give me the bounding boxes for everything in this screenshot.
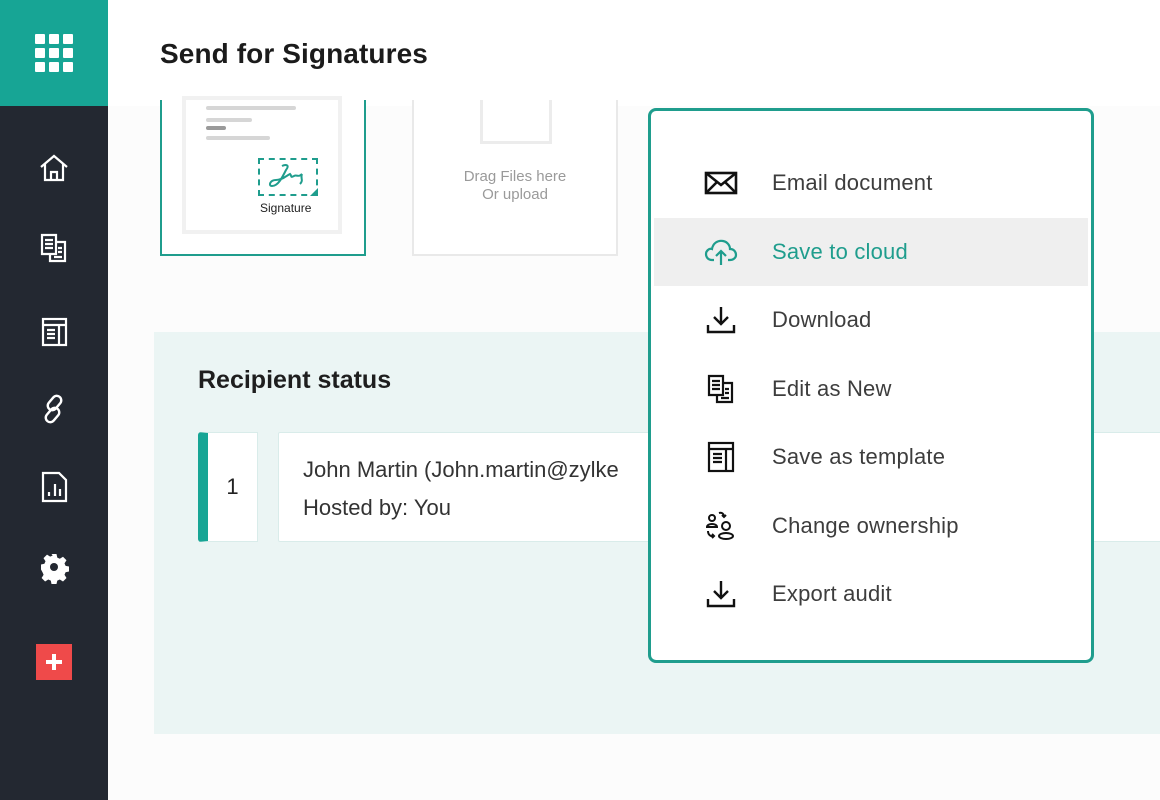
report-icon xyxy=(41,471,68,503)
menu-item-label: Export audit xyxy=(772,581,892,607)
menu-item-label: Download xyxy=(772,307,872,333)
home-icon xyxy=(40,154,68,182)
menu-item-email-document[interactable]: Email document xyxy=(651,149,1091,218)
cloud-upload-icon xyxy=(704,239,738,265)
sidebar-item-home[interactable] xyxy=(0,143,108,193)
sidebar-item-reports[interactable] xyxy=(0,462,108,512)
envelope-icon xyxy=(704,171,738,195)
recipient-order: 1 xyxy=(198,432,258,542)
add-button[interactable] xyxy=(36,644,72,680)
documents-icon xyxy=(40,233,67,263)
more-actions-menu: Email document Save to cloud Download Ed… xyxy=(648,108,1094,663)
export-icon xyxy=(706,581,736,608)
page-title: Send for Signatures xyxy=(160,38,428,69)
sidebar-item-documents[interactable] xyxy=(0,223,108,273)
menu-item-edit-as-new[interactable]: Edit as New xyxy=(651,355,1091,424)
change-owner-icon xyxy=(705,511,734,540)
upload-link[interactable]: Or upload xyxy=(414,186,616,204)
sidebar-item-links[interactable] xyxy=(0,384,108,434)
signature-field xyxy=(258,158,318,196)
menu-item-label: Email document xyxy=(772,170,933,196)
menu-item-download[interactable]: Download xyxy=(651,286,1091,355)
template-icon xyxy=(41,317,68,347)
signature-scribble-icon xyxy=(268,164,303,188)
signature-label: Signature xyxy=(260,201,312,215)
recipient-status-title: Recipient status xyxy=(198,366,392,394)
sidebar-item-settings[interactable] xyxy=(0,542,108,592)
gear-icon xyxy=(41,554,69,584)
documents-icon xyxy=(707,374,734,403)
menu-item-label: Change ownership xyxy=(772,512,959,538)
apps-menu-button[interactable] xyxy=(0,0,108,106)
menu-item-save-to-cloud[interactable]: Save to cloud xyxy=(654,217,1088,286)
download-icon xyxy=(706,307,736,334)
recipient-hosted-by: Hosted by: You xyxy=(303,495,452,520)
sidebar xyxy=(0,0,108,800)
menu-item-label: Save as template xyxy=(772,444,946,470)
upload-dropzone[interactable]: Drag Files here Or upload xyxy=(412,100,618,256)
link-icon xyxy=(44,394,63,424)
plus-icon xyxy=(46,654,62,670)
document-preview: Signature xyxy=(186,100,338,230)
document-card[interactable]: Signature xyxy=(160,100,366,256)
apps-grid-icon xyxy=(35,34,73,72)
menu-item-label: Edit as New xyxy=(772,375,892,401)
menu-item-export-audit[interactable]: Export audit xyxy=(651,560,1091,629)
recipient-name: John Martin (John.martin@zylke xyxy=(303,457,619,482)
menu-item-save-as-template[interactable]: Save as template xyxy=(651,423,1091,492)
template-icon xyxy=(707,442,735,473)
menu-item-label: Save to cloud xyxy=(772,238,908,264)
upload-text-drag: Drag Files here xyxy=(463,168,567,185)
sidebar-item-templates[interactable] xyxy=(0,307,108,357)
menu-item-change-ownership[interactable]: Change ownership xyxy=(651,492,1091,561)
